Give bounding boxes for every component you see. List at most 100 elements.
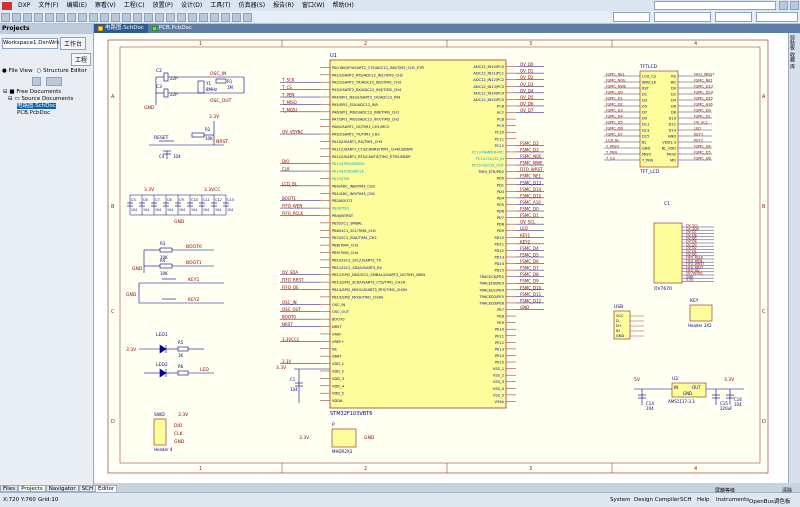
row-label-right-B: B bbox=[762, 204, 766, 210]
redo-icon[interactable] bbox=[133, 12, 142, 22]
clear-button[interactable]: 清除 bbox=[782, 487, 792, 494]
menu-reports[interactable]: 报告(R) bbox=[269, 0, 298, 11]
status-openbus[interactable]: OpenBus调色板 bbox=[749, 497, 790, 505]
zoom-out-icon[interactable] bbox=[45, 12, 54, 22]
tree-doc-sch[interactable]: 电路图.SchDoc bbox=[3, 103, 93, 110]
mcu-left-pin-label: PB9/TIM4_CH4 bbox=[332, 251, 359, 255]
menu-design[interactable]: 设计(D) bbox=[177, 0, 206, 11]
part-icon[interactable] bbox=[210, 12, 219, 22]
menu-view[interactable]: 察看(V) bbox=[91, 0, 120, 11]
mcu-ref: U1 bbox=[330, 53, 337, 59]
wire-icon[interactable] bbox=[155, 12, 164, 22]
schematic-sheet[interactable]: 1 1 2 2 3 3 4 4 A A B B C C D D U1 STM32F103VBT6 PA0-WK… bbox=[94, 33, 788, 483]
project-tree: ⊟ ■ Free Documents ⊟ ▭ Source Documents … bbox=[3, 89, 93, 117]
tft-net-right: FSMC_D15 bbox=[694, 97, 713, 101]
vcc-icon[interactable] bbox=[199, 12, 208, 22]
doc-tab-pcb[interactable]: PCB.PcbDoc bbox=[148, 24, 196, 33]
tab-navigator[interactable]: Navigator bbox=[45, 485, 79, 492]
usb-pin-label: ID bbox=[616, 329, 620, 333]
workspace-button[interactable]: 工作台 bbox=[60, 37, 87, 50]
decoup-ref: C10 bbox=[191, 198, 198, 202]
workspace-select[interactable]: Workspace1.DsnWrk bbox=[2, 38, 60, 49]
mcu-right-pin-label: PD1 bbox=[497, 183, 504, 187]
clipboard-tab[interactable]: 剪贴板 bbox=[789, 35, 796, 50]
back-icon[interactable] bbox=[779, 1, 788, 10]
copy-icon[interactable] bbox=[78, 12, 87, 22]
net-right-label: OV_SCL bbox=[520, 220, 536, 225]
menu-simulate[interactable]: 仿真器(S) bbox=[235, 0, 270, 11]
projects-panel-title: Projects bbox=[0, 24, 93, 34]
select-icon[interactable] bbox=[100, 12, 109, 22]
menu-help[interactable]: 帮助(H) bbox=[329, 0, 358, 11]
project-button[interactable]: 工程 bbox=[70, 53, 91, 66]
save-icon[interactable] bbox=[12, 12, 21, 22]
panel-tool-icon-2[interactable] bbox=[45, 77, 62, 86]
key-header[interactable] bbox=[689, 304, 713, 322]
lbl-ov-c1: C1 bbox=[664, 201, 670, 207]
library-tab[interactable]: 库 bbox=[789, 64, 796, 69]
menu-dxp[interactable]: DXP bbox=[14, 0, 34, 11]
net-right-label: FSMC_D14 bbox=[520, 187, 542, 192]
status-system[interactable]: System bbox=[610, 497, 631, 503]
mcu-left-pin-label: VREF- bbox=[332, 332, 343, 336]
mask-level-label[interactable]: 屏蔽等级 bbox=[715, 487, 735, 494]
schematic-canvas[interactable]: 1 1 2 2 3 3 4 4 A A B B C C D D U1 STM32F103VBT6 PA0-WK… bbox=[94, 33, 788, 483]
tft-net-right: KEY1 bbox=[694, 133, 703, 137]
mcu-right-pin-label: PE15 bbox=[495, 361, 504, 365]
mhdr-header[interactable] bbox=[331, 428, 357, 448]
tree-doc-pcb[interactable]: PCB.PcbDoc bbox=[3, 110, 93, 117]
tab-projects[interactable]: Projects bbox=[18, 485, 46, 492]
status-instruments[interactable]: Instruments bbox=[716, 497, 749, 503]
zoom-fit-icon[interactable] bbox=[56, 12, 65, 22]
menu-window[interactable]: 窗口(W) bbox=[298, 0, 329, 11]
zoom-in-icon[interactable] bbox=[34, 12, 43, 22]
tft-pin-left: MISO bbox=[642, 153, 651, 157]
row-label-B: B bbox=[111, 204, 115, 210]
cut-icon[interactable] bbox=[67, 12, 76, 22]
status-sch[interactable]: SCH bbox=[680, 497, 691, 503]
hierarchy-icon[interactable] bbox=[144, 12, 153, 22]
swd-header[interactable] bbox=[153, 418, 167, 446]
menu-file[interactable]: 文件(F) bbox=[34, 0, 62, 11]
tab-sch[interactable]: SCH bbox=[78, 485, 97, 492]
sheet-icon[interactable] bbox=[221, 12, 230, 22]
status-help[interactable]: Help bbox=[697, 497, 710, 503]
status-design-compiler[interactable]: Design Compiler bbox=[634, 497, 680, 503]
tree-root[interactable]: ⊟ ■ Free Documents bbox=[3, 89, 93, 96]
mcu-right-pin-label: ADC12_IN14/PC4 bbox=[473, 91, 504, 95]
col-label-bottom-3: 3 bbox=[529, 466, 532, 472]
panel-tool-icon-1[interactable] bbox=[31, 77, 41, 86]
ov7670-module[interactable] bbox=[653, 222, 683, 284]
menu-project[interactable]: 工程(C) bbox=[120, 0, 149, 11]
bus-icon[interactable] bbox=[166, 12, 175, 22]
structure-editor-radio[interactable]: ○ Structure Editor bbox=[37, 68, 87, 74]
forward-icon[interactable] bbox=[790, 1, 799, 10]
tree-folder[interactable]: ⊟ ▭ Source Documents bbox=[3, 96, 93, 103]
combo-2[interactable] bbox=[654, 12, 711, 22]
mcu-right-pin-label: PD12 bbox=[494, 249, 504, 253]
open-icon[interactable] bbox=[1, 12, 10, 22]
gnd-icon[interactable] bbox=[188, 12, 197, 22]
noerc-icon[interactable] bbox=[243, 12, 252, 22]
menu-edit[interactable]: 编辑(E) bbox=[63, 0, 91, 11]
lbl-3v3vcc-decoup: 3.3VCC bbox=[204, 187, 221, 193]
path-box[interactable] bbox=[654, 1, 776, 10]
paste-icon[interactable] bbox=[89, 12, 98, 22]
tab-files[interactable]: Files bbox=[0, 485, 19, 492]
col-label-2: 2 bbox=[364, 41, 367, 47]
move-icon[interactable] bbox=[111, 12, 120, 22]
doc-tab-sch[interactable]: 电路图.SchDoc bbox=[94, 24, 148, 33]
mcu-left-pin-label: PB14/SPI2_MISO/USART3_RTS/TIM1_CH2N bbox=[332, 288, 407, 292]
dxp-logo-icon[interactable] bbox=[2, 1, 12, 10]
netlabel-icon[interactable] bbox=[177, 12, 186, 22]
menu-tools[interactable]: 工具(T) bbox=[206, 0, 234, 11]
undo-icon[interactable] bbox=[122, 12, 131, 22]
port-icon[interactable] bbox=[232, 12, 241, 22]
favorites-tab[interactable]: 收藏 bbox=[789, 52, 796, 62]
combo-1[interactable] bbox=[613, 12, 650, 22]
menu-place[interactable]: 放置(P) bbox=[149, 0, 177, 11]
combo-3[interactable] bbox=[715, 12, 752, 22]
print-icon[interactable] bbox=[23, 12, 32, 22]
combo-4[interactable] bbox=[756, 12, 798, 22]
file-view-radio[interactable]: ● File View bbox=[2, 68, 33, 74]
